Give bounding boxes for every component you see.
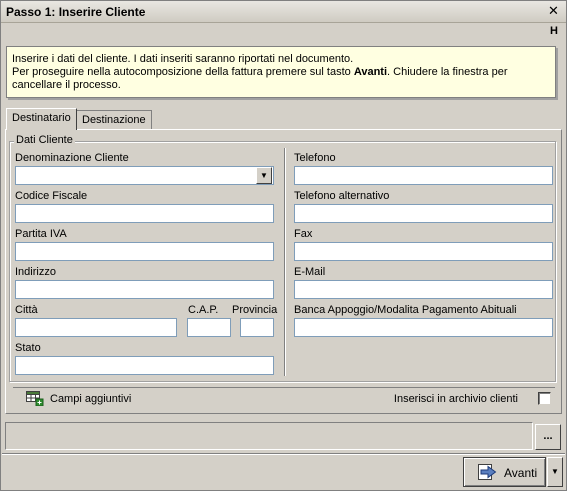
help-button[interactable]: H <box>550 25 558 37</box>
info-avanti-bold: Avanti <box>353 66 388 78</box>
indirizzo-label: Indirizzo <box>15 266 56 278</box>
indirizzo-input[interactable] <box>15 280 274 299</box>
inserisci-archivio-checkbox[interactable] <box>538 392 551 405</box>
codice-fiscale-label: Codice Fiscale <box>15 190 88 202</box>
provincia-input[interactable] <box>240 318 274 337</box>
tab-destinatario[interactable]: Destinatario <box>6 108 77 130</box>
bottom-separator <box>2 453 565 455</box>
info-box: Inserire i dati del cliente. I dati inse… <box>6 46 556 98</box>
inserisci-archivio-label: Inserisci in archivio clienti <box>393 393 518 405</box>
campi-aggiuntivi-label: Campi aggiuntivi <box>50 393 132 405</box>
telefono-alt-label: Telefono alternativo <box>294 190 390 202</box>
citta-input[interactable] <box>15 318 177 337</box>
tab-destinazione[interactable]: Destinazione <box>76 110 152 130</box>
stato-input[interactable] <box>15 356 274 375</box>
info-line-3: cancellare il processo. <box>12 79 121 91</box>
telefono-label: Telefono <box>294 152 336 164</box>
citta-label: Città <box>15 304 38 316</box>
banca-label: Banca Appoggio/Modalita Pagamento Abitua… <box>294 304 517 316</box>
avanti-dropdown-button[interactable]: ▼ <box>547 457 563 487</box>
column-divider <box>284 148 286 376</box>
avanti-label: Avanti <box>504 466 538 480</box>
status-field <box>5 422 533 450</box>
fax-input[interactable] <box>294 242 553 261</box>
cap-input[interactable] <box>187 318 231 337</box>
denominazione-label: Denominazione Cliente <box>15 152 129 164</box>
email-label: E-Mail <box>294 266 326 278</box>
group-label: Dati Cliente <box>14 134 75 146</box>
stato-label: Stato <box>15 342 41 354</box>
banca-input[interactable] <box>294 318 553 337</box>
provincia-label: Provincia <box>232 304 278 316</box>
arrow-right-icon <box>478 464 497 480</box>
partita-iva-label: Partita IVA <box>15 228 67 240</box>
denominazione-combo[interactable] <box>15 166 274 185</box>
info-line-2: Per proseguire nella autocomposizione de… <box>12 66 508 78</box>
cap-label: C.A.P. <box>188 304 219 316</box>
table-add-icon <box>26 391 44 406</box>
email-input[interactable] <box>294 280 553 299</box>
denominazione-dropdown-button[interactable]: ▼ <box>256 167 272 184</box>
dialog-window: Passo 1: Inserire Cliente ✕ H Inserire i… <box>0 0 567 491</box>
telefono-input[interactable] <box>294 166 553 185</box>
window-title: Passo 1: Inserire Cliente <box>6 5 146 19</box>
info-line-1: Inserire i dati del cliente. I dati inse… <box>12 53 354 65</box>
fax-label: Fax <box>294 228 313 240</box>
avanti-button[interactable]: Avanti <box>463 457 546 487</box>
more-button[interactable]: ... <box>535 424 561 450</box>
telefono-alt-input[interactable] <box>294 204 553 223</box>
title-bar: Passo 1: Inserire Cliente ✕ <box>1 1 566 23</box>
close-button[interactable]: ✕ <box>547 4 560 18</box>
partita-iva-input[interactable] <box>15 242 274 261</box>
codice-fiscale-input[interactable] <box>15 204 274 223</box>
